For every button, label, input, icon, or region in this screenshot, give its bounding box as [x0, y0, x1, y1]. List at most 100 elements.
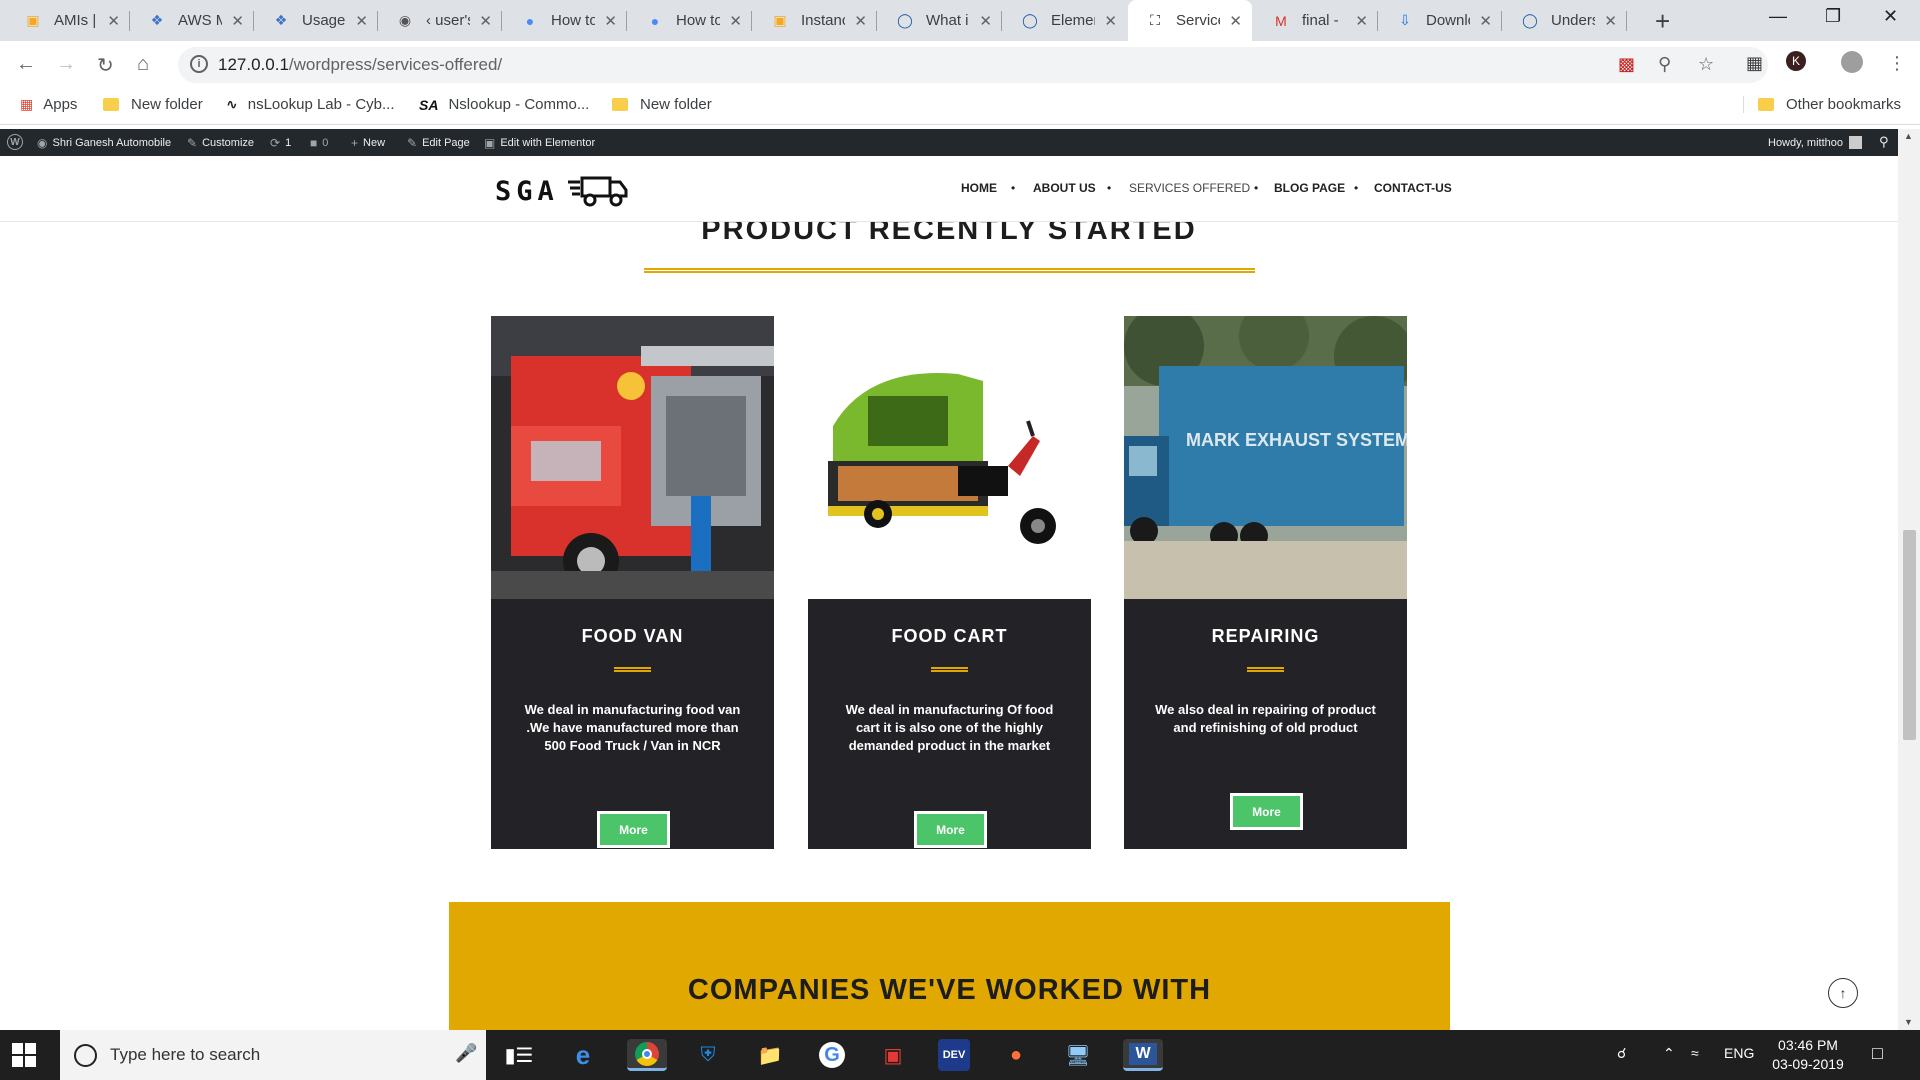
updates-link[interactable]: ⟳ 1 — [270, 136, 291, 150]
nav-blog-page[interactable]: BLOG PAGE — [1274, 181, 1345, 195]
truck-icon: ⛶ — [1150, 12, 1160, 28]
page-scrollbar[interactable]: ▲ ▼ — [1898, 129, 1920, 1030]
wordpress-icon[interactable]: W — [7, 134, 23, 150]
browser-tab[interactable]: ● How to ✕ — [628, 0, 752, 41]
close-tab-icon[interactable]: ✕ — [729, 12, 742, 30]
address-bar[interactable]: i 127.0.0.1/wordpress/services-offered/ … — [178, 47, 1768, 83]
customize-link[interactable]: ✎ Customize — [187, 136, 254, 150]
menu-kebab-icon[interactable]: ⋮ — [1888, 53, 1906, 74]
reload-icon[interactable]: ↻ — [97, 53, 114, 78]
bookmark-nslookup-commo[interactable]: SA Nslookup - Commo... — [419, 96, 589, 113]
card-divider — [931, 667, 968, 672]
browser-tab[interactable]: ⇩ Downlo ✕ — [1378, 0, 1502, 41]
scroll-to-top-button[interactable]: ↑ — [1828, 978, 1858, 1008]
wifi-icon[interactable]: ≈ — [1691, 1045, 1699, 1061]
close-tab-icon[interactable]: ✕ — [1604, 12, 1617, 30]
bookmark-apps[interactable]: ▦ Apps — [20, 96, 77, 113]
close-tab-icon[interactable]: ✕ — [1355, 12, 1368, 30]
food-van-more-button[interactable]: More — [597, 811, 670, 848]
scroll-up-arrow-icon[interactable]: ▲ — [1904, 131, 1913, 141]
language-indicator[interactable]: ENG — [1724, 1045, 1754, 1061]
search-icon[interactable]: ⚲ — [1879, 134, 1889, 150]
show-hidden-icons-chevron[interactable]: ⌃ — [1663, 1045, 1675, 1062]
close-tab-icon[interactable]: ✕ — [1104, 12, 1117, 30]
browser-tab[interactable]: Mfinal - ✕ — [1254, 0, 1378, 41]
home-icon[interactable]: ⌂ — [137, 53, 149, 76]
browser-tab[interactable]: ◯ Unders ✕ — [1503, 0, 1627, 41]
minimize-button[interactable]: — — [1769, 6, 1787, 27]
new-content-link[interactable]: + New — [351, 136, 385, 150]
microphone-icon[interactable]: 🎤 — [455, 1043, 477, 1064]
howdy-user-link[interactable]: Howdy, mitthoo — [1768, 136, 1862, 149]
blocked-icon[interactable]: ▩ — [1618, 54, 1635, 75]
bookmark-label: New folder — [640, 96, 712, 113]
close-tab-icon[interactable]: ✕ — [854, 12, 867, 30]
nav-contact-us[interactable]: CONTACT-US — [1374, 181, 1452, 195]
site-info-icon[interactable]: i — [190, 55, 208, 73]
people-icon[interactable]: ☌ — [1617, 1045, 1626, 1062]
avatar[interactable] — [1841, 51, 1863, 73]
edge-icon[interactable]: e — [567, 1039, 599, 1071]
tab-title: AMIs | — [54, 12, 97, 29]
close-tab-icon[interactable]: ✕ — [107, 12, 120, 30]
close-window-button[interactable]: ✕ — [1883, 6, 1898, 27]
notifications-icon[interactable]: □ — [1872, 1043, 1883, 1064]
bookmark-nslookup-lab[interactable]: ∿ nsLookup Lab - Cyb... — [226, 96, 395, 113]
close-tab-icon[interactable]: ✕ — [1229, 12, 1242, 30]
browser-tab[interactable]: ◯ Elemen ✕ — [1003, 0, 1127, 41]
back-icon[interactable]: ← — [16, 53, 36, 76]
bookmark-new-folder-1[interactable]: New folder — [103, 96, 203, 113]
close-tab-icon[interactable]: ✕ — [1479, 12, 1492, 30]
tab-title: Unders — [1551, 12, 1595, 29]
remote-desktop-icon[interactable]: 🖥 — [1062, 1039, 1094, 1071]
close-tab-icon[interactable]: ✕ — [231, 12, 244, 30]
scroll-down-arrow-icon[interactable]: ▼ — [1904, 1017, 1913, 1027]
browser-tab[interactable]: ◉ ‹ user's ✕ — [378, 0, 502, 41]
bookmark-star-icon[interactable]: ☆ — [1698, 54, 1714, 75]
word-icon[interactable]: W — [1123, 1039, 1163, 1071]
restore-button[interactable]: ❐ — [1825, 6, 1841, 27]
site-name-link[interactable]: ◉ Shri Ganesh Automobile — [37, 136, 171, 150]
url-text[interactable]: 127.0.0.1/wordpress/services-offered/ — [218, 55, 502, 75]
food-cart-more-button[interactable]: More — [914, 811, 987, 848]
browser-tab[interactable]: ▣ AMIs | ✕ — [6, 0, 130, 41]
close-tab-icon[interactable]: ✕ — [979, 12, 992, 30]
edit-elementor-link[interactable]: ▣ Edit with Elementor — [484, 136, 595, 150]
other-bookmarks[interactable]: Other bookmarks — [1743, 96, 1901, 113]
dev-c-icon[interactable]: DEV — [938, 1039, 970, 1071]
nav-services-offered[interactable]: SERVICES OFFERED — [1129, 181, 1250, 195]
browser-tab[interactable]: ▣ Instanc ✕ — [753, 0, 877, 41]
repairing-more-button[interactable]: More — [1230, 793, 1303, 830]
bookmark-new-folder-2[interactable]: New folder — [612, 96, 712, 113]
close-tab-icon[interactable]: ✕ — [479, 12, 492, 30]
file-explorer-icon[interactable]: 📁 — [754, 1039, 786, 1071]
task-view-icon[interactable]: ▮☰ — [503, 1039, 535, 1071]
scrollbar-thumb[interactable] — [1903, 530, 1916, 740]
card-description: We deal in manufacturing Of food cart it… — [845, 702, 1054, 753]
comments-link[interactable]: ■ 0 — [310, 136, 328, 150]
browser-tab[interactable]: ⛶ Service ✕ — [1128, 0, 1252, 41]
edit-page-link[interactable]: ✎ Edit Page — [407, 136, 470, 150]
extension-icon[interactable]: ▦ — [1746, 53, 1763, 74]
nav-home[interactable]: HOME — [961, 181, 997, 195]
nav-about-us[interactable]: ABOUT US — [1033, 181, 1096, 195]
browser-tab[interactable]: ❖ AWS M ✕ — [130, 0, 254, 41]
security-shield-icon[interactable]: ⛨ — [692, 1039, 724, 1071]
taskbar-clock[interactable]: 03:46 PM 03-09-2019 — [1763, 1036, 1853, 1074]
media-app-icon[interactable]: ▣ — [877, 1039, 909, 1071]
firefox-icon[interactable]: ● — [1000, 1039, 1032, 1071]
site-logo-text[interactable]: SGA — [495, 176, 559, 207]
zoom-icon[interactable]: ⚲ — [1658, 54, 1671, 75]
close-tab-icon[interactable]: ✕ — [355, 12, 368, 30]
new-tab-button[interactable]: + — [1655, 6, 1670, 37]
profile-k-icon[interactable]: K — [1786, 51, 1806, 71]
close-tab-icon[interactable]: ✕ — [604, 12, 617, 30]
forward-icon[interactable]: → — [56, 53, 76, 76]
chrome-icon[interactable] — [627, 1039, 667, 1071]
google-icon[interactable]: G — [816, 1039, 848, 1071]
taskbar-search-box[interactable]: Type here to search 🎤 — [60, 1030, 486, 1080]
windows-start-icon[interactable] — [12, 1043, 36, 1067]
browser-tab[interactable]: ◯ What i ✕ — [878, 0, 1002, 41]
browser-tab[interactable]: ❖ Usage ✕ — [254, 0, 378, 41]
browser-tab[interactable]: ● How to ✕ — [503, 0, 627, 41]
